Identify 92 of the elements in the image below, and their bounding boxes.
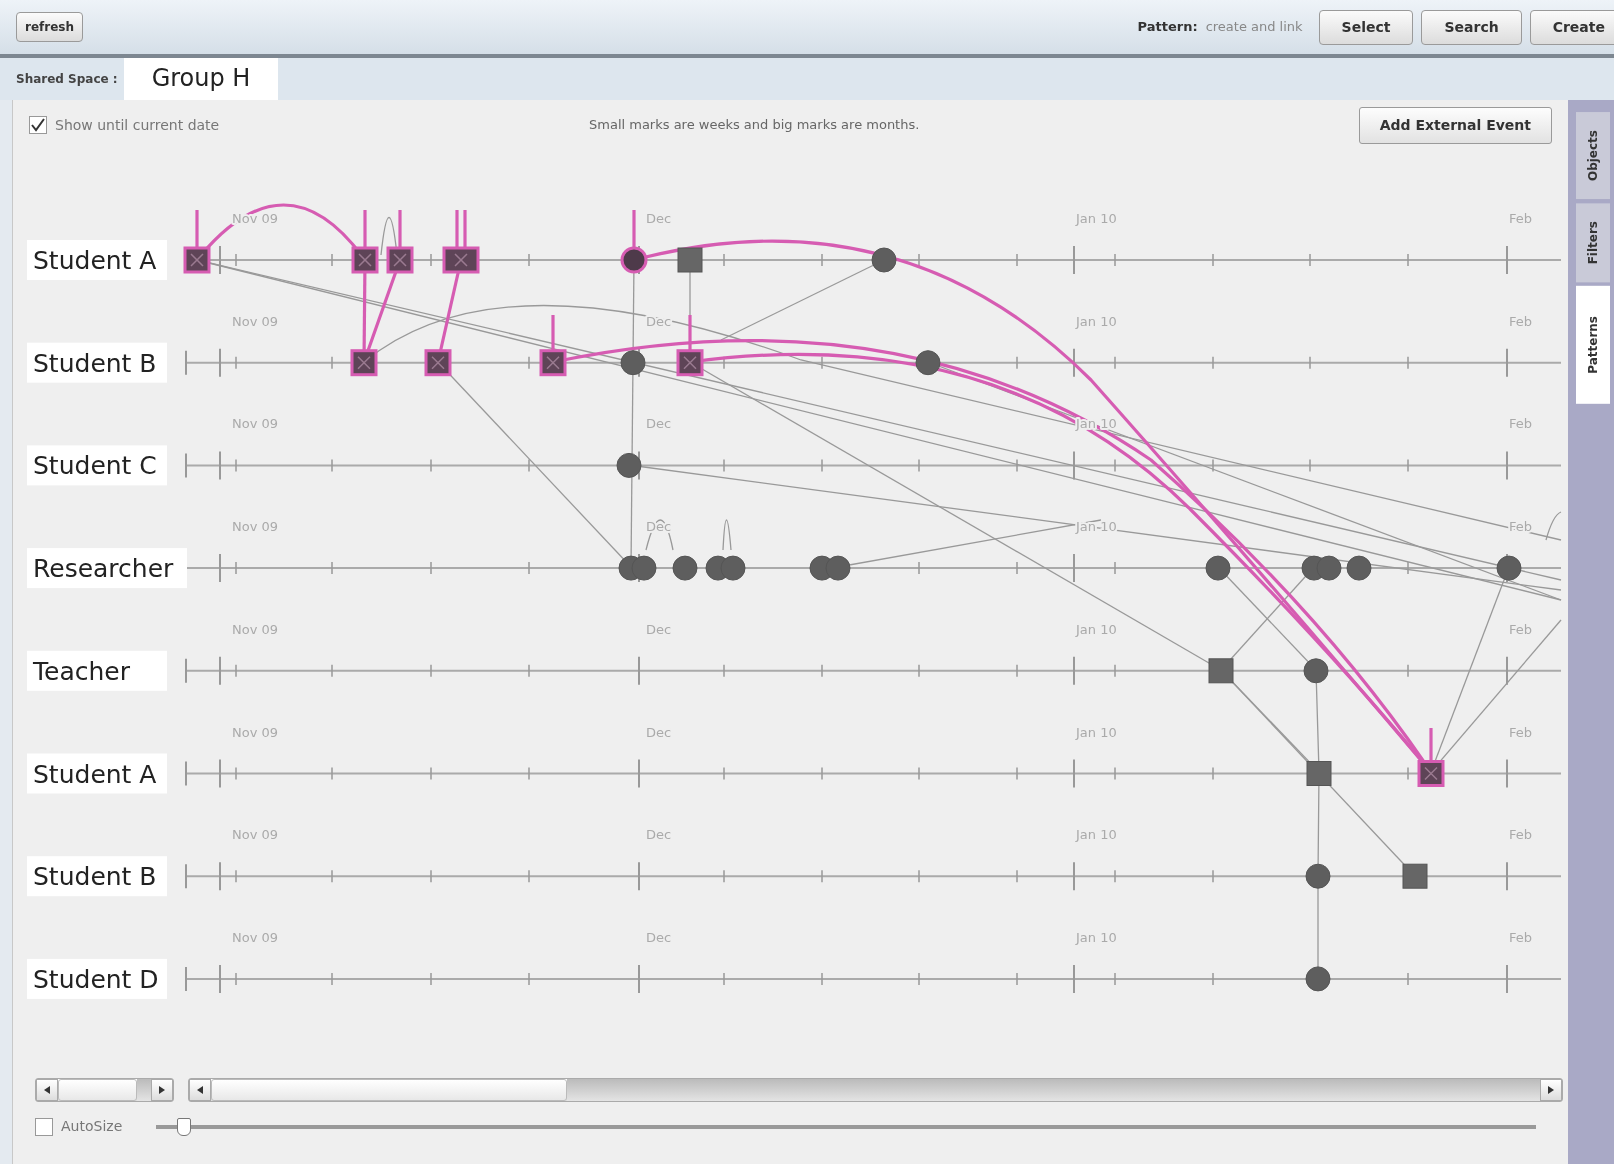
event-marker[interactable] <box>1303 658 1329 684</box>
right-arrow-icon[interactable] <box>1547 1086 1555 1094</box>
checkbox-label: Show until current date <box>55 115 220 135</box>
toolbar-button[interactable]: Create <box>1529 9 1614 45</box>
scrollbar-track[interactable] <box>137 1079 151 1101</box>
right-arrow-icon[interactable] <box>158 1086 166 1094</box>
event-marker[interactable] <box>350 349 378 377</box>
month-label: Jan 10 <box>1076 621 1117 637</box>
month-label: Dec <box>646 211 672 226</box>
event-marker[interactable] <box>1417 760 1445 787</box>
event-marker[interactable] <box>442 246 480 274</box>
left-arrow-icon[interactable] <box>196 1086 204 1094</box>
month-label: Dec <box>646 621 672 637</box>
show-until-checkbox[interactable] <box>29 116 47 134</box>
lane-label: Student A <box>27 240 167 280</box>
month-label: Dec <box>646 929 672 945</box>
event-marker[interactable] <box>1208 658 1234 684</box>
pattern-value: create and link <box>1205 18 1303 37</box>
pattern-label: Pattern: <box>1137 18 1198 37</box>
add-external-event-button[interactable]: Add External Event <box>1358 106 1552 144</box>
lane-label: Student B <box>27 856 167 897</box>
small-scrollbar[interactable] <box>35 1078 174 1102</box>
timeline-scrollbar[interactable] <box>188 1078 1563 1102</box>
month-label: Dec <box>646 827 672 843</box>
event-marker[interactable] <box>424 349 452 377</box>
month-label: Nov 09 <box>232 621 279 637</box>
month-label: Jan 10 <box>1076 724 1117 740</box>
scrollbar-thumb[interactable] <box>211 1079 567 1101</box>
month-label: Feb <box>1509 416 1533 432</box>
toolbar-button[interactable]: Search <box>1421 9 1522 45</box>
month-label: Jan 10 <box>1076 211 1117 226</box>
event-marker[interactable] <box>1346 555 1372 581</box>
month-label: Feb <box>1509 929 1533 945</box>
month-label: Feb <box>1509 621 1533 637</box>
month-label: Nov 09 <box>232 827 279 843</box>
side-tab[interactable]: Patterns <box>1576 286 1610 405</box>
lane-label: Student D <box>27 958 167 999</box>
event-marker[interactable] <box>1496 555 1522 581</box>
event-marker[interactable] <box>871 247 897 273</box>
event-marker[interactable] <box>1305 966 1331 992</box>
event-marker[interactable] <box>539 349 567 377</box>
event-marker[interactable] <box>677 247 703 273</box>
event-marker[interactable] <box>1305 863 1331 889</box>
side-tab[interactable]: Objects <box>1576 112 1610 200</box>
event-marker[interactable] <box>183 246 211 274</box>
event-marker[interactable] <box>1402 863 1428 889</box>
event-marker[interactable] <box>351 246 379 274</box>
slider-thumb[interactable] <box>176 1117 191 1136</box>
left-arrow-icon[interactable] <box>43 1086 51 1094</box>
month-label: Nov 09 <box>232 519 279 535</box>
event-marker[interactable] <box>386 246 414 274</box>
side-tab[interactable]: Filters <box>1576 203 1610 283</box>
shared-space-label: Shared Space : <box>15 71 119 88</box>
autosize-checkbox[interactable] <box>35 1117 53 1136</box>
lane-label: Student B <box>27 342 167 383</box>
hint-text: Small marks are weeks and big marks are months. <box>589 116 920 135</box>
lane-label: Student A <box>27 753 167 794</box>
month-label: Feb <box>1509 827 1533 843</box>
refresh-button[interactable]: refresh <box>16 12 84 42</box>
event-marker[interactable] <box>676 349 704 377</box>
month-label: Feb <box>1509 211 1533 226</box>
scrollbar-thumb[interactable] <box>58 1079 137 1101</box>
event-marker[interactable] <box>631 555 657 581</box>
month-label: Nov 09 <box>232 724 279 740</box>
event-marker[interactable] <box>1306 761 1332 786</box>
space-tab[interactable]: Group H <box>123 58 279 100</box>
month-label: Nov 09 <box>232 313 279 329</box>
month-label: Nov 09 <box>232 929 279 945</box>
lane-label: Researcher <box>27 548 187 589</box>
event-marker[interactable] <box>616 452 642 478</box>
event-marker[interactable] <box>672 555 698 581</box>
month-label: Jan 10 <box>1076 313 1117 329</box>
month-label: Feb <box>1509 724 1533 740</box>
autosize-label: AutoSize <box>61 1117 123 1136</box>
event-marker[interactable] <box>1316 555 1342 581</box>
event-marker[interactable] <box>620 350 646 376</box>
month-label: Jan 10 <box>1076 827 1117 843</box>
month-label: Feb <box>1509 313 1533 329</box>
event-marker[interactable] <box>1205 555 1231 581</box>
toolbar-button[interactable]: Select <box>1318 9 1414 45</box>
event-marker[interactable] <box>825 555 851 581</box>
month-label: Dec <box>646 724 672 740</box>
event-marker[interactable] <box>915 350 941 376</box>
month-label: Jan 10 <box>1076 416 1117 432</box>
month-label: Nov 09 <box>232 416 279 432</box>
month-label: Dec <box>646 416 672 432</box>
lane-label: Student C <box>27 445 167 486</box>
event-marker[interactable] <box>720 555 746 581</box>
month-label: Jan 10 <box>1076 929 1117 945</box>
event-marker[interactable] <box>620 246 648 274</box>
month-label: Feb <box>1509 519 1533 535</box>
lane-label: Teacher <box>27 650 167 691</box>
